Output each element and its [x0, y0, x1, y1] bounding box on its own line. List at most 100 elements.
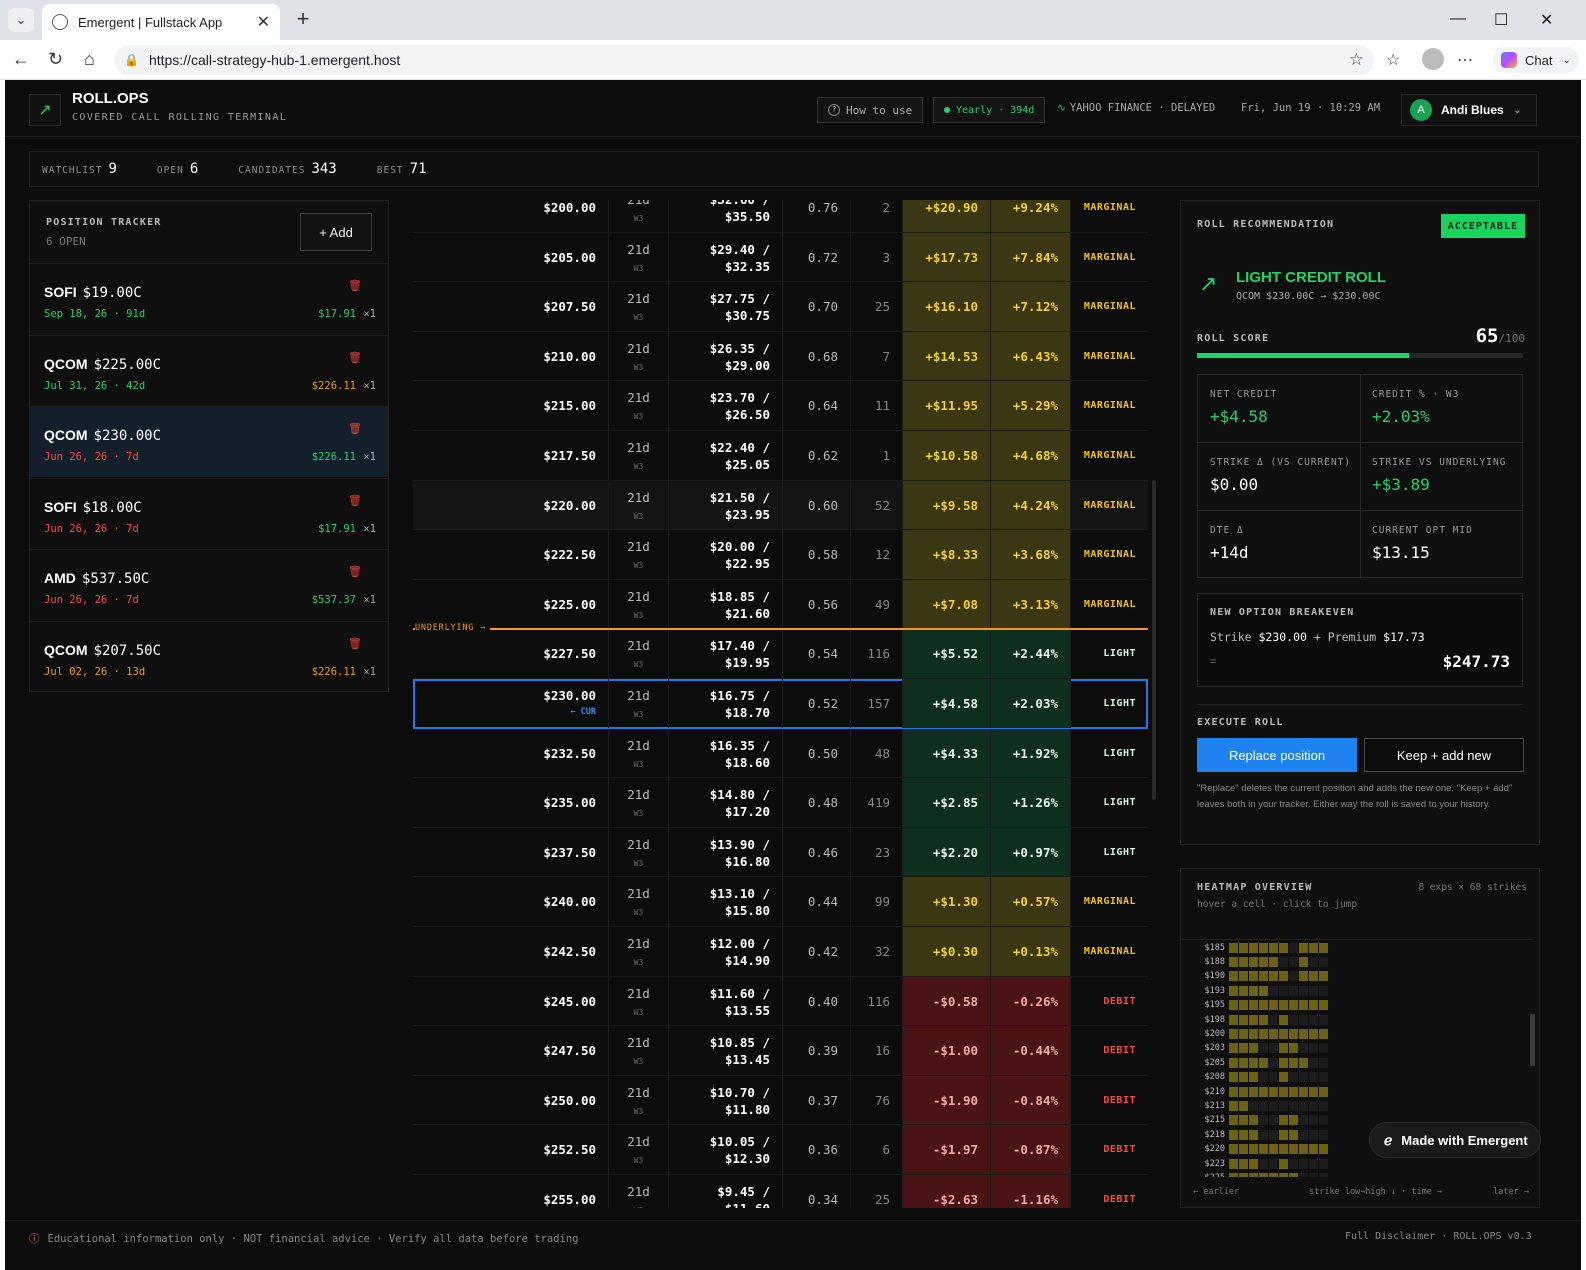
- table-row[interactable]: $250.00 21d W3 $10.70 /$11.80 0.37 76 -$1.90 -0…: [413, 1075, 1148, 1126]
- table-row[interactable]: $200.00 21d W3 $32.60 / $35.50 0.762+$20.90+9…: [413, 200, 1148, 233]
- heatmap-cell[interactable]: [1289, 1144, 1298, 1155]
- position-item[interactable]: SOFI $19.00C Sep 18, 26 · 91d 🗑 $17.91 ×1: [30, 263, 388, 334]
- heatmap-cell[interactable]: [1299, 1014, 1308, 1025]
- heatmap-cell[interactable]: [1269, 1144, 1278, 1155]
- heatmap-cell[interactable]: [1289, 1172, 1298, 1177]
- heatmap-cell[interactable]: [1239, 971, 1248, 982]
- heatmap-cell[interactable]: [1259, 971, 1268, 982]
- heatmap-cell[interactable]: [1319, 942, 1328, 953]
- heatmap-cell[interactable]: [1279, 1115, 1288, 1126]
- heatmap-cell[interactable]: [1249, 1057, 1258, 1068]
- heatmap-cell[interactable]: [1229, 985, 1238, 996]
- bookmark-star-icon[interactable]: ☆: [1349, 50, 1364, 70]
- heatmap-cell[interactable]: [1259, 1000, 1268, 1011]
- heatmap-cell[interactable]: [1249, 1115, 1258, 1126]
- heatmap-cell[interactable]: [1229, 1043, 1238, 1054]
- heatmap-cell[interactable]: [1299, 1172, 1308, 1177]
- heatmap-cell[interactable]: [1309, 1129, 1318, 1140]
- heatmap-cell[interactable]: [1309, 1072, 1318, 1083]
- heatmap-cell[interactable]: [1279, 1028, 1288, 1039]
- heatmap-cell[interactable]: [1259, 1014, 1268, 1025]
- heatmap-cell[interactable]: [1289, 1100, 1298, 1111]
- heatmap-cell[interactable]: [1299, 971, 1308, 982]
- position-item[interactable]: QCOM $207.50C Jul 02, 26 · 13d 🗑 $226.11 ×1: [30, 620, 388, 692]
- table-row[interactable]: $242.50 21d W3 $12.00 / $14.90 0.42 32 +$0.30 +0…: [413, 927, 1148, 977]
- trash-icon[interactable]: 🗑: [348, 565, 362, 578]
- heatmap-cell[interactable]: [1269, 1172, 1278, 1177]
- heatmap-cell[interactable]: [1289, 1115, 1298, 1126]
- add-position-button[interactable]: + Add: [300, 213, 372, 251]
- heatmap-cell[interactable]: [1319, 1072, 1328, 1083]
- heatmap-cell[interactable]: [1229, 1028, 1238, 1039]
- favorites-icon[interactable]: ☆: [1386, 50, 1400, 70]
- heatmap-cell[interactable]: [1249, 1028, 1258, 1039]
- heatmap-cell[interactable]: [1309, 1043, 1318, 1054]
- heatmap-cell[interactable]: [1229, 1086, 1238, 1097]
- table-row[interactable]: $232.50 21d W3 $16.35 /$18.60 0.50 48 +$4.33 +1…: [413, 728, 1148, 779]
- heatmap-cell[interactable]: [1279, 1158, 1288, 1169]
- heatmap-cell[interactable]: [1299, 942, 1308, 953]
- heatmap-cell[interactable]: [1309, 1172, 1318, 1177]
- heatmap-cell[interactable]: [1239, 1158, 1248, 1169]
- table-scrollbar[interactable]: [1152, 480, 1156, 800]
- heatmap-cell[interactable]: [1289, 956, 1298, 967]
- heatmap-cell[interactable]: [1259, 956, 1268, 967]
- table-row[interactable]: $217.50 21d W3 $22.40 / $25.05 0.62 1 +$10.58 +4…: [413, 431, 1148, 481]
- browser-tab[interactable]: Emergent | Fullstack App ✕: [42, 4, 280, 40]
- heatmap-cell[interactable]: [1309, 1158, 1318, 1169]
- heatmap-cell[interactable]: [1269, 1000, 1278, 1011]
- heatmap-cell[interactable]: [1269, 985, 1278, 996]
- heatmap-cell[interactable]: [1229, 956, 1238, 967]
- reload-icon[interactable]: ↻: [48, 49, 63, 70]
- close-window-icon[interactable]: ✕: [1540, 10, 1553, 30]
- heatmap-cell[interactable]: [1249, 1158, 1258, 1169]
- heatmap-cell[interactable]: [1269, 1129, 1278, 1140]
- heatmap-cell[interactable]: [1319, 985, 1328, 996]
- heatmap-cell[interactable]: [1249, 1129, 1258, 1140]
- heatmap-cell[interactable]: [1229, 971, 1238, 982]
- heatmap-cell[interactable]: [1239, 956, 1248, 967]
- heatmap-cell[interactable]: [1309, 1144, 1318, 1155]
- heatmap-cell[interactable]: [1269, 1100, 1278, 1111]
- heatmap-cell[interactable]: [1289, 942, 1298, 953]
- heatmap-cell[interactable]: [1259, 1115, 1268, 1126]
- heatmap-cell[interactable]: [1259, 1129, 1268, 1140]
- maximize-icon[interactable]: ☐: [1494, 10, 1508, 30]
- heatmap-cell[interactable]: [1259, 1028, 1268, 1039]
- heatmap-cell[interactable]: [1259, 1043, 1268, 1054]
- trash-icon[interactable]: 🗑: [348, 422, 362, 435]
- minimize-icon[interactable]: —: [1450, 10, 1466, 28]
- heatmap-cell[interactable]: [1299, 1072, 1308, 1083]
- table-row[interactable]: $245.00 21d W3 $11.60 /$13.55 0.40 116 -$0.58-…: [413, 976, 1148, 1027]
- table-row[interactable]: $252.50 21d W3 $10.05 /$12.30 0.36 6 -$1.97 -0.…: [413, 1125, 1148, 1175]
- heatmap-cell[interactable]: [1319, 1115, 1328, 1126]
- heatmap-cell[interactable]: [1299, 985, 1308, 996]
- heatmap-cell[interactable]: [1269, 1057, 1278, 1068]
- trash-icon[interactable]: 🗑: [348, 494, 362, 507]
- heatmap-cell[interactable]: [1279, 1000, 1288, 1011]
- table-row[interactable]: $220.00 21d W3 $21.50 /$23.95 0.60 52 +$9.58 +4…: [413, 480, 1148, 531]
- heatmap-cell[interactable]: [1249, 985, 1258, 996]
- heatmap-cell[interactable]: [1289, 1086, 1298, 1097]
- heatmap-cell[interactable]: [1239, 1115, 1248, 1126]
- heatmap-cell[interactable]: [1249, 1172, 1258, 1177]
- position-item[interactable]: QCOM $230.00C Jun 26, 26 · 7d 🗑 $226.11 ×1: [30, 406, 388, 477]
- heatmap-cell[interactable]: [1299, 956, 1308, 967]
- table-row[interactable]: $225.00 21d W3 $18.85 /$21.60 0.56 49 +$7.08 +3…: [413, 579, 1148, 630]
- full-disclaimer-link[interactable]: Full Disclaimer · ROLL.OPS v0.3: [1345, 1231, 1532, 1242]
- heatmap-cell[interactable]: [1309, 1014, 1318, 1025]
- heatmap-cell[interactable]: [1239, 1086, 1248, 1097]
- heatmap-cell[interactable]: [1229, 1014, 1238, 1025]
- heatmap-cell[interactable]: [1289, 1072, 1298, 1083]
- heatmap-cell[interactable]: [1269, 1086, 1278, 1097]
- heatmap-cell[interactable]: [1269, 1043, 1278, 1054]
- heatmap-cell[interactable]: [1319, 1028, 1328, 1039]
- heatmap-cell[interactable]: [1229, 942, 1238, 953]
- heatmap-cell[interactable]: [1309, 971, 1318, 982]
- heatmap-cell[interactable]: [1249, 1100, 1258, 1111]
- copilot-chat-button[interactable]: Chat ⌄: [1493, 47, 1579, 73]
- heatmap-cell[interactable]: [1289, 985, 1298, 996]
- heatmap-cell[interactable]: [1249, 1000, 1258, 1011]
- table-row[interactable]: $237.50 21d W3 $13.90 /$16.80 0.46 23 +$2.20 +0…: [413, 827, 1148, 878]
- heatmap-cell[interactable]: [1239, 1144, 1248, 1155]
